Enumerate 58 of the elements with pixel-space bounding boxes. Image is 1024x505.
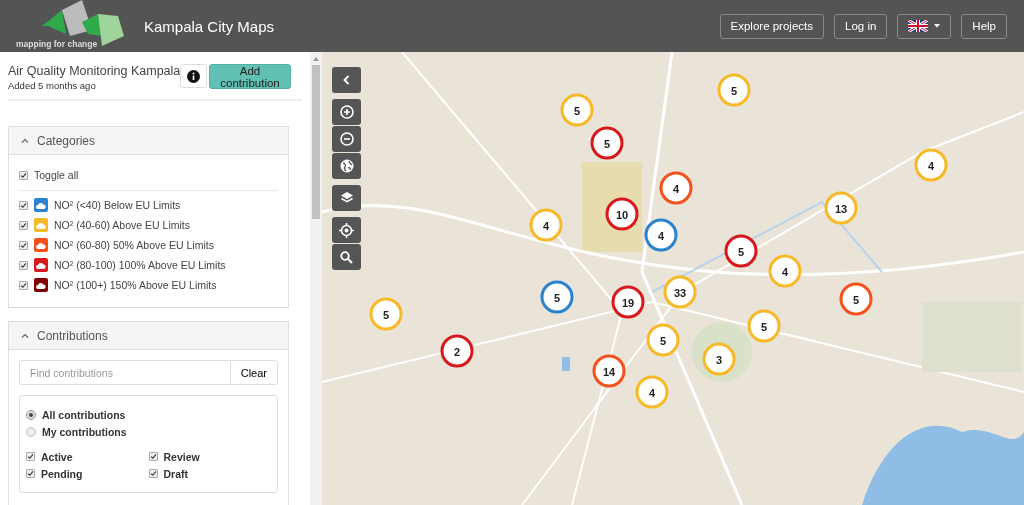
checkbox-label: Toggle all: [34, 169, 79, 181]
checkbox[interactable]: [19, 170, 28, 180]
zoom-in-button[interactable]: [332, 99, 361, 125]
globe-button[interactable]: [332, 153, 361, 179]
search-icon: [340, 250, 353, 264]
layers-button[interactable]: [332, 185, 361, 211]
checkbox-label: Draft: [163, 467, 188, 480]
site-title: Kampala City Maps: [144, 17, 276, 35]
category-label: NO² (40-60) Above EU Limits: [54, 219, 190, 231]
checkbox-label: Pending: [41, 467, 83, 480]
collapse-button[interactable]: [332, 67, 361, 93]
plus-circle-icon: [339, 105, 354, 119]
search-button[interactable]: [332, 244, 361, 270]
added-time: Added 5 months ago: [8, 80, 97, 91]
project-title: Air Quality Monitoring Kampala: [8, 64, 181, 78]
add-contribution-button[interactable]: Add contribution: [209, 64, 291, 89]
chevron-left-icon: [343, 75, 350, 85]
category-label: NO² (100+) 150% Above EU Limits: [54, 279, 217, 291]
nav-button[interactable]: Explore projects: [719, 13, 824, 39]
checkbox-label: Active: [41, 450, 73, 463]
info-icon: [187, 69, 201, 83]
brand-text: mapping for change: [16, 39, 98, 49]
checkbox[interactable]: [26, 469, 35, 478]
radio-button[interactable]: [26, 409, 36, 420]
checkbox[interactable]: [19, 200, 28, 210]
language-button[interactable]: [897, 13, 952, 39]
scroll-up-icon: [313, 57, 319, 61]
scrollbar-thumb[interactable]: [312, 65, 320, 219]
checkbox[interactable]: [19, 260, 28, 270]
globe-icon: [339, 159, 354, 173]
nav-button[interactable]: Log in: [834, 13, 888, 39]
category-label: NO² (<40) Below EU Limits: [54, 199, 181, 211]
checkbox[interactable]: [148, 469, 158, 478]
zoom-out-button[interactable]: [332, 126, 361, 152]
checkbox[interactable]: [19, 280, 28, 290]
locate-button[interactable]: [332, 217, 361, 243]
checkbox[interactable]: [148, 452, 158, 461]
radio-label: My contributions: [42, 425, 127, 438]
checkbox-label: Review: [163, 450, 200, 463]
checkbox[interactable]: [19, 220, 28, 230]
panel-header[interactable]: Categories: [9, 127, 288, 155]
crosshair-icon: [339, 222, 354, 238]
radio-button[interactable]: [26, 426, 36, 437]
minus-circle-icon: [339, 132, 354, 146]
clear-button[interactable]: Clear: [230, 360, 278, 385]
info-button[interactable]: [180, 64, 208, 88]
nav-button[interactable]: Help: [961, 13, 1007, 39]
panel-header[interactable]: Contributions: [9, 322, 288, 350]
category-label: NO² (60-80) 50% Above EU Limits: [54, 239, 214, 251]
caret-icon: [934, 24, 941, 28]
checkbox[interactable]: [19, 240, 28, 250]
checkbox[interactable]: [26, 452, 35, 461]
category-label: NO² (80-100) 100% Above EU Limits: [54, 259, 226, 271]
scrollbar[interactable]: [310, 52, 322, 505]
radio-label: All contributions: [42, 408, 126, 421]
search-field[interactable]: Find contributions: [19, 360, 231, 385]
layers-icon: [339, 191, 354, 205]
flag-icon: [908, 20, 929, 32]
